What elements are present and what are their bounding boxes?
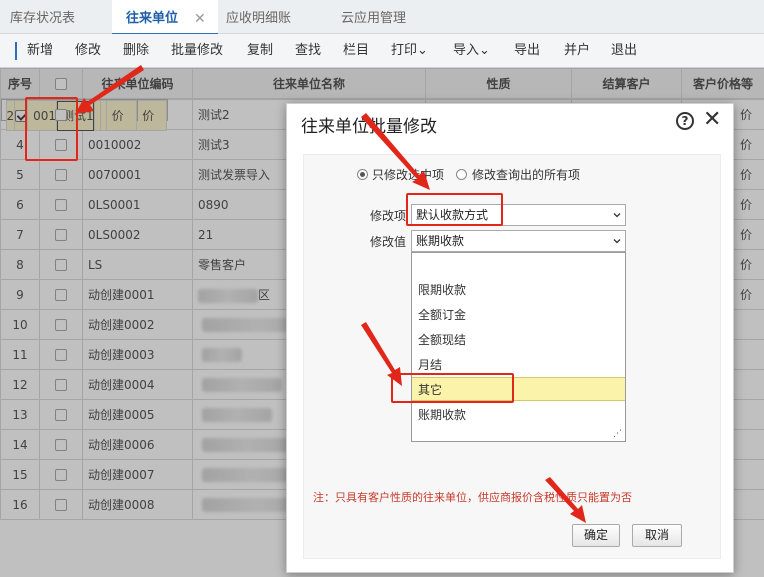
close-icon[interactable]: ✕ [703, 107, 721, 132]
field-label: 修改项 [370, 209, 407, 223]
import-button[interactable]: 导入⌄ [453, 34, 490, 68]
resize-grip-icon[interactable]: ⋰ [613, 430, 622, 439]
tab-inventory-status[interactable]: 库存状况表 [10, 0, 75, 34]
dropdown-option[interactable]: 账期收款 [412, 403, 625, 427]
cancel-button[interactable]: 取消 [632, 524, 682, 547]
add-button[interactable]: 新增 [27, 34, 53, 68]
exit-button[interactable]: 退出 [611, 34, 637, 68]
export-button[interactable]: 导出 [514, 34, 540, 68]
help-icon[interactable]: ? [676, 112, 694, 130]
batch-edit-button[interactable]: 批量修改 [171, 34, 223, 68]
tab-bar: 库存状况表 往来单位 ✕ 应收明细账 云应用管理 [0, 0, 764, 35]
dropdown-option[interactable]: 全额订金 [412, 303, 625, 327]
find-button[interactable]: 查找 [295, 34, 321, 68]
radio-all-queried-label[interactable]: 修改查询出的所有项 [472, 166, 580, 183]
radio-only-selected-label[interactable]: 只修改选中项 [372, 166, 444, 183]
dropdown-option[interactable]: 全额现结 [412, 328, 625, 352]
toolbar-divider [15, 42, 17, 60]
chevron-down-icon [613, 239, 621, 244]
columns-button[interactable]: 栏目 [343, 34, 369, 68]
toolbar: 新增 修改 删除 批量修改 复制 查找 栏目 打印⌄ 导入⌄ 导出 并户 退出 [0, 34, 764, 68]
chevron-down-icon [613, 213, 621, 218]
annotation-box-option [391, 373, 514, 403]
radio-only-selected[interactable] [357, 169, 368, 180]
value-select-value: 账期收款 [416, 234, 465, 248]
dropdown-option-blank[interactable] [412, 253, 625, 277]
tab-receivable-detail[interactable]: 应收明细账 [226, 0, 291, 34]
copy-button[interactable]: 复制 [247, 34, 273, 68]
dialog-title: 往来单位批量修改 [301, 117, 437, 137]
radio-all-queried[interactable] [456, 169, 467, 180]
merge-button[interactable]: 并户 [564, 34, 590, 68]
tab-label: 往来单位 [126, 11, 179, 26]
ok-button[interactable]: 确定 [572, 524, 620, 547]
dropdown-option[interactable]: 限期收款 [412, 278, 625, 302]
annotation-box-checkboxes [25, 97, 78, 161]
value-select[interactable]: 账期收款 [411, 230, 626, 252]
close-icon[interactable]: ✕ [194, 0, 206, 38]
annotation-box-field [406, 193, 503, 226]
tab-cloud-apps[interactable]: 云应用管理 [341, 0, 406, 34]
print-button[interactable]: 打印⌄ [391, 34, 428, 68]
edit-button[interactable]: 修改 [75, 34, 101, 68]
value-label: 修改值 [370, 235, 407, 249]
tab-partners[interactable]: 往来单位 ✕ [112, 0, 218, 35]
value-dropdown-list: 限期收款 全额订金 全额现结 月结 其它 账期收款 ⋰ [411, 252, 626, 442]
dialog-note: 注：只具有客户性质的往来单位，供应商报价含税性质只能置为否 [313, 491, 632, 504]
delete-button[interactable]: 删除 [123, 34, 149, 68]
